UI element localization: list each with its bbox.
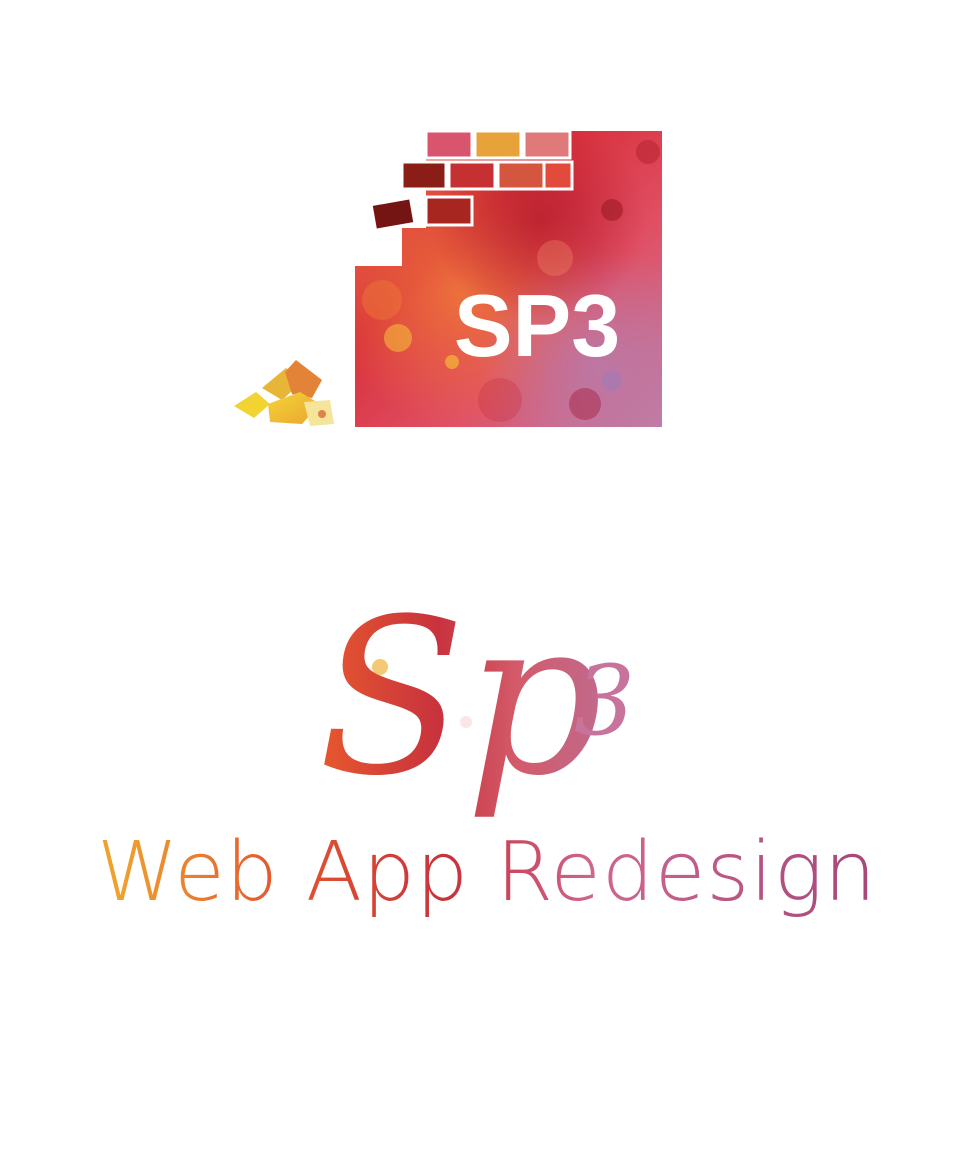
wordmark-speck — [372, 659, 388, 675]
wordmark-speck — [460, 716, 472, 728]
script-wordmark: Sp 3 Web App Redesign — [97, 572, 877, 920]
page-canvas: SP3 Sp 3 Web App Redesign — [0, 0, 978, 1161]
wordmark-sp: Sp — [318, 572, 603, 823]
tagline-web-app-redesign: Web App Redesign — [97, 825, 877, 920]
wordmark-superscript-3: 3 — [574, 645, 635, 757]
